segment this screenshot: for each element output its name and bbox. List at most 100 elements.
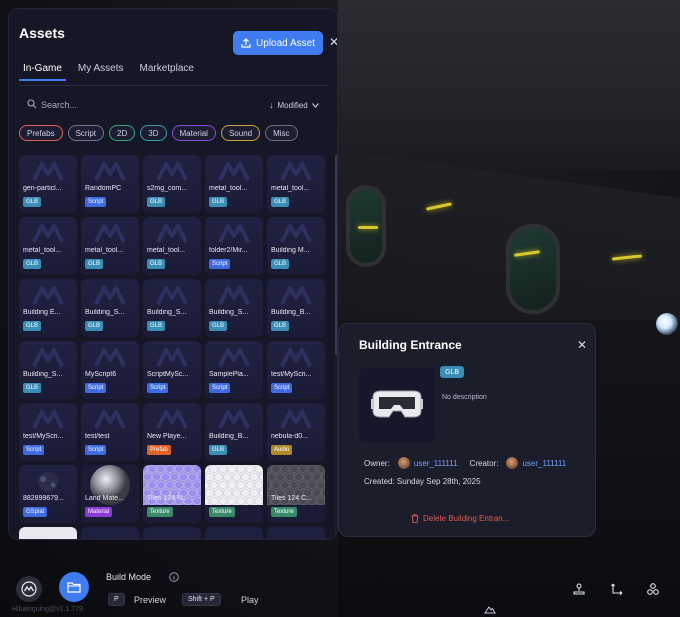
axis-transform-icon[interactable]: [610, 582, 624, 596]
creator-avatar: [506, 457, 519, 469]
asset-placeholder-icon: [32, 410, 64, 429]
filter-chip-script[interactable]: Script: [67, 125, 105, 141]
asset-card[interactable]: Building_B... GLB: [267, 279, 325, 337]
asset-thumbnail: [271, 405, 321, 435]
asset-card[interactable]: nebula-d0... Audio: [267, 403, 325, 461]
preview-label[interactable]: Preview: [134, 595, 166, 605]
asset-card[interactable]: 882899679... GSplat: [19, 465, 77, 523]
asset-card[interactable]: Building M... GLB: [267, 217, 325, 275]
owner-creator-row: Owner: user_111111 Creator: user_111111: [364, 457, 566, 469]
asset-card[interactable]: [205, 527, 263, 539]
delete-asset-label: Delete Building Entran...: [423, 514, 510, 523]
assets-folder-button[interactable]: [59, 572, 89, 602]
tab-marketplace[interactable]: Marketplace: [135, 61, 197, 81]
app-logo-icon: [21, 581, 37, 597]
filter-chip-material[interactable]: Material: [171, 125, 216, 141]
asset-card[interactable]: gen-particl... GLB: [19, 155, 77, 213]
asset-card[interactable]: metal_tool... GLB: [205, 155, 263, 213]
asset-grid: gen-particl... GLB RandomPC Script s2mg_com.…: [19, 155, 331, 539]
app-logo-button[interactable]: [16, 576, 42, 602]
asset-card[interactable]: metal_tool... GLB: [143, 217, 201, 275]
asset-thumbnail: [271, 157, 321, 187]
search-icon: [27, 99, 37, 109]
asset-detail-card: Building Entrance ✕ GLB No description O…: [338, 323, 596, 537]
creator-link[interactable]: user_111111: [522, 459, 566, 468]
asset-card[interactable]: folder2/Mir... Script: [205, 217, 263, 275]
asset-thumbnail: [23, 467, 73, 497]
asset-card[interactable]: MyScript6 Script: [81, 341, 139, 399]
tab-my-assets[interactable]: My Assets: [74, 61, 128, 81]
filter-chip-2d[interactable]: 2D: [109, 125, 136, 141]
filter-chip-sound[interactable]: Sound: [220, 125, 261, 141]
owner-link[interactable]: user_111111: [414, 459, 458, 468]
asset-card[interactable]: Building_S... GLB: [19, 341, 77, 399]
asset-thumbnail: [209, 157, 259, 187]
play-label[interactable]: Play: [241, 595, 259, 605]
asset-thumbnail: [23, 343, 73, 373]
asset-type-badge: GLB: [271, 259, 290, 269]
asset-card[interactable]: Tiles 124 Di... Texture: [205, 465, 263, 523]
asset-thumbnail: [147, 405, 197, 435]
asset-card[interactable]: test/MyScri... Script: [267, 341, 325, 399]
asset-name: Tiles 124 Di...: [209, 495, 252, 502]
asset-card[interactable]: Building_B... GLB: [205, 403, 263, 461]
asset-type-badge: GLB: [209, 445, 228, 455]
asset-card[interactable]: metal_tool... GLB: [19, 217, 77, 275]
asset-card[interactable]: Building_S... GLB: [81, 279, 139, 337]
asset-name: Building_S...: [85, 309, 125, 316]
asset-grid-items: gen-particl... GLB RandomPC Script s2mg_com.…: [19, 155, 331, 539]
trash-icon: [411, 514, 419, 523]
asset-card[interactable]: ScriptMySc... Script: [143, 341, 201, 399]
asset-name: ScriptMySc...: [147, 371, 189, 378]
spawn-point-icon[interactable]: [572, 582, 586, 596]
asset-name: test/MyScri...: [271, 371, 312, 378]
asset-thumbnail: [23, 405, 73, 435]
asset-card[interactable]: RandomPC Script: [81, 155, 139, 213]
asset-thumbnail: [85, 343, 135, 373]
asset-card[interactable]: New Playe... Prefab: [143, 403, 201, 461]
asset-type-badge: GLB: [85, 259, 104, 269]
asset-thumbnail: [147, 157, 197, 187]
asset-card[interactable]: Tiles 124 N... Texture: [143, 465, 201, 523]
chevron-down-icon: [311, 102, 319, 108]
assets-title: Assets: [19, 25, 65, 41]
delete-asset-button[interactable]: Delete Building Entran...: [411, 514, 509, 523]
asset-name: folder2/Mir...: [209, 247, 248, 254]
sort-dropdown[interactable]: ↓ Modified: [269, 97, 319, 113]
asset-card[interactable]: [81, 527, 139, 539]
asset-card[interactable]: metal_tool... GLB: [267, 155, 325, 213]
asset-type-badge: GLB: [85, 321, 104, 331]
asset-card[interactable]: [143, 527, 201, 539]
asset-card[interactable]: Building_S... GLB: [205, 279, 263, 337]
asset-card[interactable]: Building E... GLB: [19, 279, 77, 337]
asset-card[interactable]: s2mg_com... GLB: [143, 155, 201, 213]
filter-chip-prefabs[interactable]: Prefabs: [19, 125, 63, 141]
close-detail-icon[interactable]: ✕: [575, 338, 589, 352]
assets-panel: Assets Upload Asset ✕ In-Game My Assets …: [8, 8, 338, 540]
filter-chips: Prefabs Script 2D 3D Material Sound Misc: [19, 125, 298, 141]
asset-type-badge: Script: [209, 259, 231, 269]
version-text: Hibaloguing@v1.1.779: [12, 606, 83, 613]
tab-in-game[interactable]: In-Game: [19, 61, 66, 81]
asset-placeholder-icon: [94, 162, 126, 181]
info-icon[interactable]: [169, 572, 179, 582]
asset-card[interactable]: test/MyScri... Script: [19, 403, 77, 461]
asset-card[interactable]: [19, 527, 77, 539]
asset-type-badge: GLB: [271, 197, 290, 207]
close-assets-icon[interactable]: ✕: [327, 35, 337, 49]
asset-placeholder-icon: [32, 286, 64, 305]
asset-card[interactable]: metal_tool... GLB: [81, 217, 139, 275]
asset-description: No description: [442, 394, 487, 401]
scrollbar-thumb[interactable]: [335, 155, 337, 355]
components-icon[interactable]: [646, 582, 660, 596]
filter-chip-misc[interactable]: Misc: [265, 125, 298, 141]
asset-card[interactable]: Tiles 124 C... Texture: [267, 465, 325, 523]
asset-card[interactable]: SamplePla... Script: [205, 341, 263, 399]
asset-card[interactable]: [267, 527, 325, 539]
asset-card[interactable]: test/test Script: [81, 403, 139, 461]
upload-asset-button[interactable]: Upload Asset: [233, 31, 323, 55]
filter-chip-3d[interactable]: 3D: [140, 125, 167, 141]
search-input[interactable]: [41, 97, 191, 113]
asset-card[interactable]: Land Mate... Material: [81, 465, 139, 523]
asset-card[interactable]: Building_S... GLB: [143, 279, 201, 337]
